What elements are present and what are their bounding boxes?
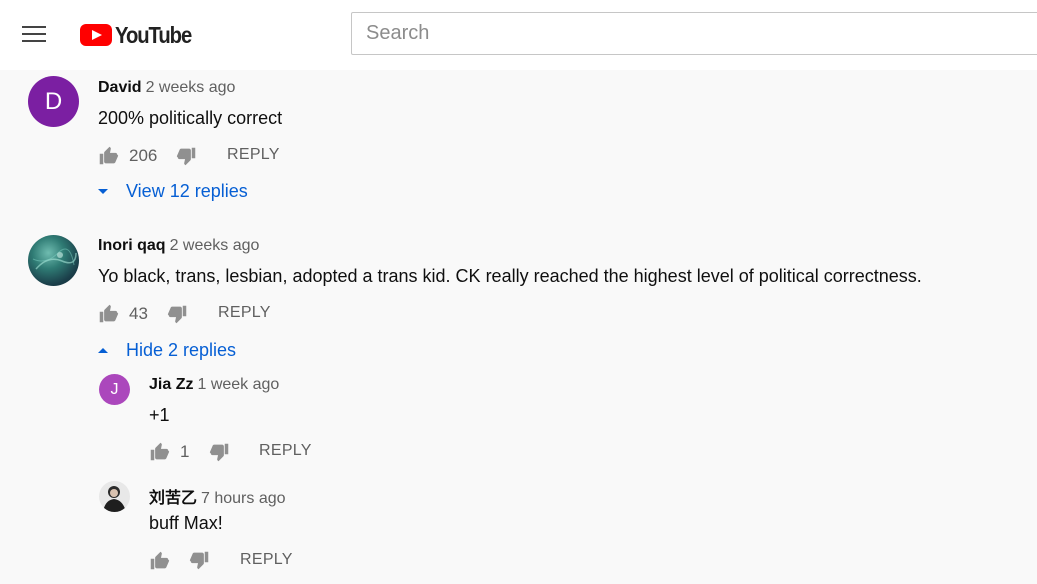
reply-button[interactable]: REPLY xyxy=(259,442,312,460)
comment-text: 200% politically correct xyxy=(98,108,283,128)
top-bar: YouTube xyxy=(0,0,1037,70)
reply-time[interactable]: 1 week ago xyxy=(197,376,279,393)
thumbs-down-icon[interactable] xyxy=(167,304,188,325)
toggle-label: View 12 replies xyxy=(126,181,248,201)
search-input[interactable] xyxy=(352,13,1037,54)
youtube-play-icon xyxy=(80,24,112,46)
like-count: 43 xyxy=(129,303,148,323)
thumbs-down-icon[interactable] xyxy=(189,550,210,571)
avatar[interactable]: J xyxy=(99,374,130,405)
reply-header: 刘苦乙 7 hours ago xyxy=(149,484,286,508)
reply-button[interactable]: REPLY xyxy=(227,146,280,164)
reply-time[interactable]: 7 hours ago xyxy=(201,490,286,507)
view-replies-button[interactable]: View 12 replies xyxy=(98,181,248,202)
thumbs-down-icon[interactable] xyxy=(176,146,197,167)
avatar[interactable]: D xyxy=(28,76,79,127)
like-group: 43 xyxy=(98,303,148,324)
thumbs-down-icon[interactable] xyxy=(209,442,230,463)
like-count: 1 xyxy=(180,441,190,461)
avatar-letter: D xyxy=(44,87,63,115)
avatar-letter: J xyxy=(110,380,119,398)
logo-text: YouTube xyxy=(115,21,192,48)
avatar[interactable] xyxy=(99,481,130,512)
thumbs-up-icon[interactable] xyxy=(149,550,170,571)
thumbs-up-icon[interactable] xyxy=(149,441,170,462)
thumbs-up-icon[interactable] xyxy=(98,145,119,166)
reply-button[interactable]: REPLY xyxy=(218,304,271,322)
like-group xyxy=(149,550,170,571)
search-box xyxy=(351,12,1037,55)
like-count: 206 xyxy=(129,145,158,165)
chevron-up-icon xyxy=(98,348,108,353)
author-name[interactable]: 刘苦乙 xyxy=(149,490,197,507)
reply-button[interactable]: REPLY xyxy=(240,551,293,569)
youtube-logo[interactable]: YouTube xyxy=(80,22,202,48)
toggle-label: Hide 2 replies xyxy=(126,340,237,360)
comment-text: Yo black, trans, lesbian, adopted a tran… xyxy=(98,266,922,286)
reply-text: +1 xyxy=(149,405,170,425)
hide-replies-button[interactable]: Hide 2 replies xyxy=(98,340,236,361)
comment-header: Inori qaq 2 weeks ago xyxy=(98,237,259,255)
avatar-image xyxy=(32,248,77,270)
thumbs-up-icon[interactable] xyxy=(98,303,119,324)
comment-time[interactable]: 2 weeks ago xyxy=(170,237,260,254)
author-name[interactable]: Inori qaq xyxy=(98,237,166,254)
comment-time[interactable]: 2 weeks ago xyxy=(146,79,236,96)
chevron-down-icon xyxy=(98,189,108,194)
comment-header: David 2 weeks ago xyxy=(98,79,235,97)
like-group: 1 xyxy=(149,441,189,462)
reply-text: buff Max! xyxy=(149,513,223,533)
menu-icon[interactable] xyxy=(22,26,46,44)
author-name[interactable]: Jia Zz xyxy=(149,376,193,393)
reply-header: Jia Zz 1 week ago xyxy=(149,376,279,394)
author-name[interactable]: David xyxy=(98,79,142,96)
like-group: 206 xyxy=(98,145,157,166)
avatar-image xyxy=(103,486,126,512)
avatar[interactable] xyxy=(28,235,79,286)
